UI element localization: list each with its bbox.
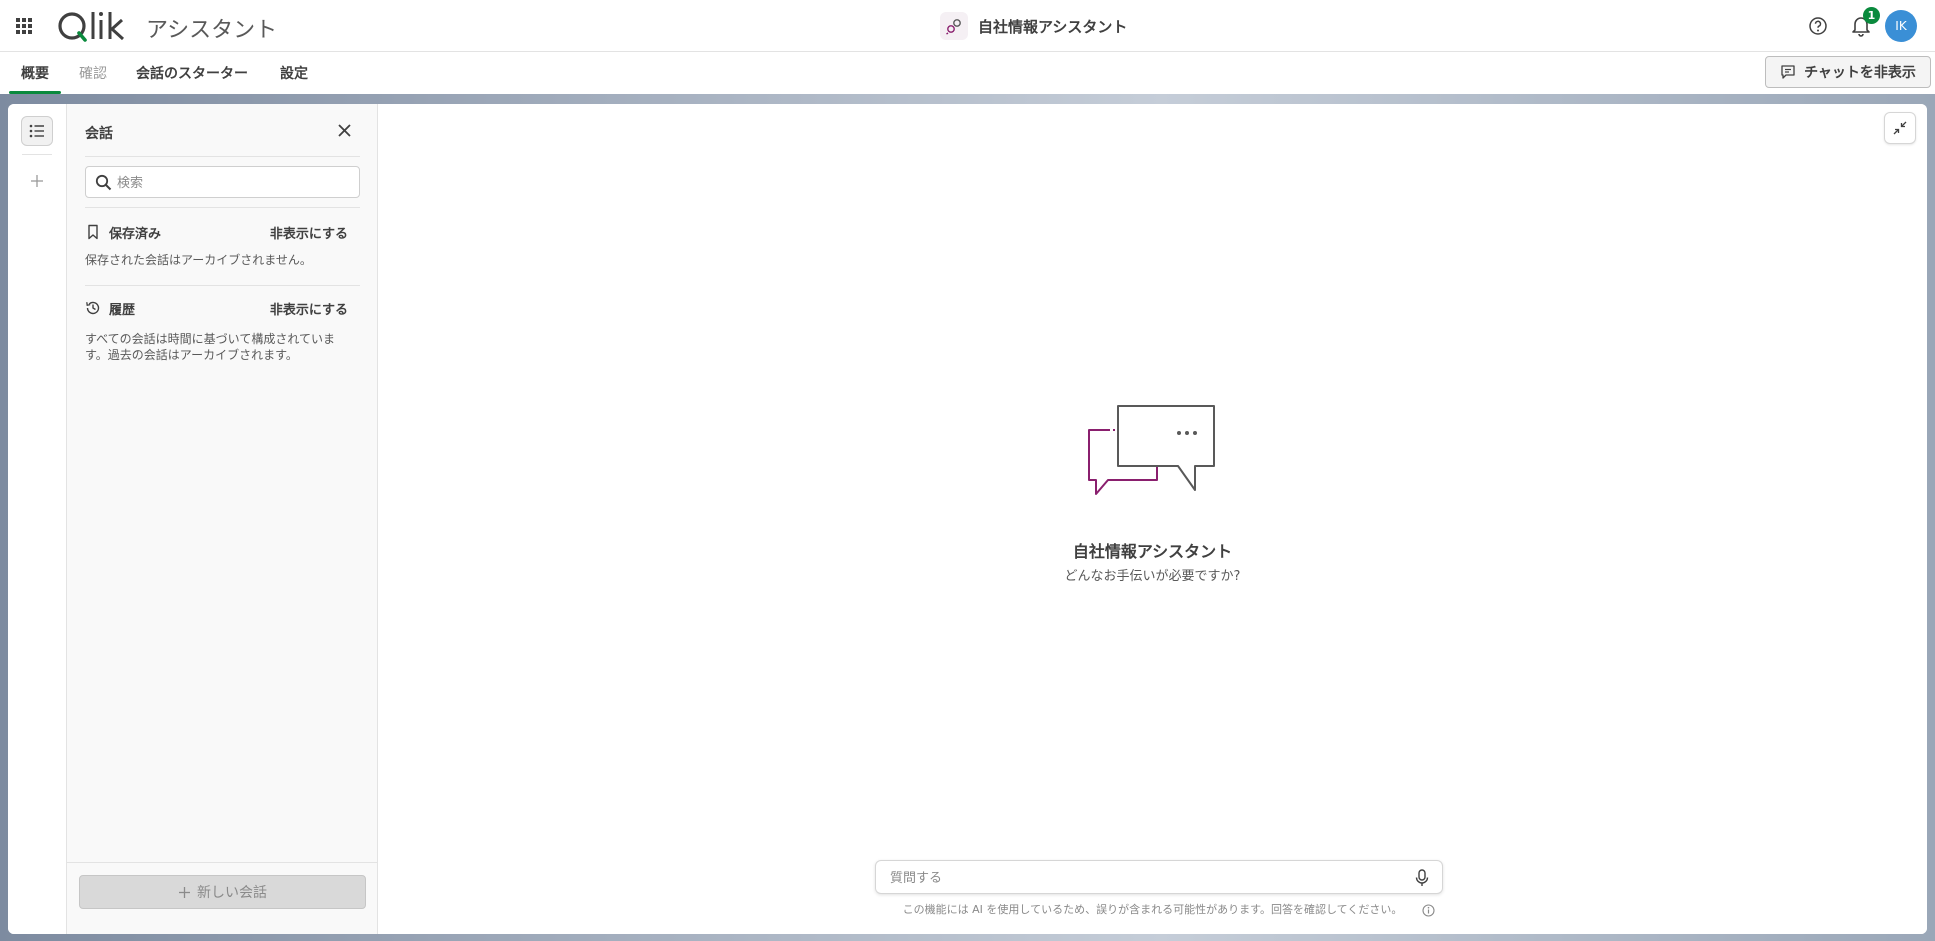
history-section-title: 履歴: [109, 302, 136, 318]
info-icon[interactable]: [1422, 904, 1435, 917]
assistant-title-group: 自社情報アシスタント: [940, 12, 1128, 40]
notification-count-badge: 1: [1863, 7, 1880, 24]
search-box: [85, 166, 360, 198]
add-conversation-icon[interactable]: [28, 172, 46, 190]
chat-icon: [1781, 65, 1795, 79]
hero-subtitle: どんなお手伝いが必要ですか?: [1064, 569, 1241, 584]
saved-section-header: 保存済み 非表示にする: [85, 222, 360, 242]
top-bar: アシスタント 自社情報アシスタント 1 IK: [0, 0, 1935, 52]
divider: [85, 207, 360, 208]
plus-icon: [179, 886, 190, 898]
search-icon: [95, 174, 112, 191]
conversations-sidebar: 会話 保存済み 非表示にする 保存された会話はアーカイブされません: [67, 104, 378, 934]
chat-main-area: 自社情報アシスタント どんなお手伝いが必要ですか? この機能には AI を使用し…: [378, 104, 1927, 934]
app-name: アシスタント: [146, 18, 278, 43]
hide-chat-label: チャットを非表示: [1804, 65, 1916, 81]
bookmark-icon: [88, 224, 98, 240]
hero-title: 自社情報アシスタント: [1072, 542, 1233, 561]
assistant-panel: 会話 保存済み 非表示にする 保存された会話はアーカイブされません: [8, 104, 1927, 934]
tab-review[interactable]: 確認: [79, 52, 107, 94]
new-conversation-button[interactable]: 新しい会話: [79, 875, 366, 909]
tab-overview[interactable]: 概要: [9, 52, 61, 94]
search-input[interactable]: [117, 171, 352, 195]
saved-section-description: 保存された会話はアーカイブされません。: [85, 253, 312, 267]
tab-conversation-starters[interactable]: 会話のスターター: [136, 52, 248, 94]
new-conversation-label: 新しい会話: [197, 885, 267, 901]
saved-section-title: 保存済み: [109, 226, 162, 242]
history-section-description: すべての会話は時間に基づいて構成されています。過去の会話はアーカイブされます。: [85, 332, 335, 362]
apps-grid-icon[interactable]: [15, 17, 33, 35]
microphone-icon[interactable]: [1412, 868, 1432, 888]
divider: [67, 862, 378, 863]
question-input-box: [875, 860, 1443, 894]
collapse-icon: [1893, 121, 1907, 135]
user-avatar[interactable]: IK: [1885, 10, 1917, 42]
assistant-icon: [940, 12, 968, 40]
assistant-title: 自社情報アシスタント: [978, 17, 1128, 36]
left-rail: [8, 104, 67, 934]
close-icon[interactable]: [334, 120, 354, 140]
history-icon: [86, 301, 100, 315]
divider: [85, 285, 360, 286]
list-icon: [29, 124, 44, 138]
tab-bar: 概要 確認 会話のスターター 設定 チャットを非表示: [0, 52, 1935, 94]
history-hide-button[interactable]: 非表示にする: [270, 299, 348, 318]
divider: [85, 156, 360, 157]
question-input[interactable]: [890, 866, 1390, 890]
history-section-header: 履歴 非表示にする: [85, 298, 360, 318]
conversation-list-toggle[interactable]: [21, 116, 53, 146]
saved-hide-button[interactable]: 非表示にする: [270, 223, 348, 242]
qlik-logo[interactable]: [56, 6, 131, 46]
tab-settings[interactable]: 設定: [280, 52, 308, 94]
content-frame: 会話 保存済み 非表示にする 保存された会話はアーカイブされません: [0, 94, 1935, 941]
rail-divider: [22, 154, 52, 155]
help-icon[interactable]: [1808, 16, 1828, 36]
chat-bubbles-illustration: [1088, 405, 1215, 495]
ai-disclaimer: この機能には AI を使用しているため、誤りが含まれる可能性があります。回答を確…: [902, 903, 1403, 916]
sidebar-title: 会話: [85, 126, 113, 142]
hide-chat-button[interactable]: チャットを非表示: [1765, 56, 1931, 88]
collapse-view-button[interactable]: [1884, 112, 1916, 144]
